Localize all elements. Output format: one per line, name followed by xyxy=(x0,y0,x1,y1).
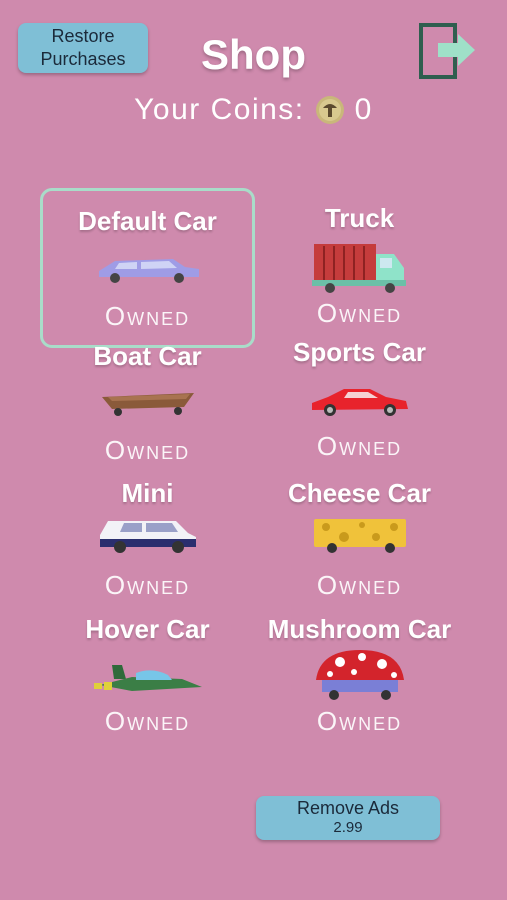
restore-purchases-button[interactable]: Restore Purchases xyxy=(18,23,148,73)
coins-value: 0 xyxy=(354,93,373,126)
mini-car-icon xyxy=(99,521,196,553)
owned-label: Owned xyxy=(316,431,403,461)
car-item-hover-car[interactable]: Hover Car Owned xyxy=(40,596,255,756)
hover-car-icon xyxy=(93,665,202,691)
car-name: Boat Car xyxy=(93,341,202,371)
default-car-icon xyxy=(98,259,199,283)
truck-icon xyxy=(311,244,406,293)
car-name: Truck xyxy=(324,203,395,233)
car-name: Cheese Car xyxy=(287,478,432,508)
restore-label-line1: Restore xyxy=(51,26,115,46)
boat-car-icon xyxy=(101,393,194,416)
mushroom-car-icon xyxy=(315,650,404,700)
coins-label: Your Coins: xyxy=(134,93,305,126)
owned-label: Owned xyxy=(316,706,403,736)
car-item-mushroom-car[interactable]: Mushroom Car Owned xyxy=(252,596,467,756)
exit-door-icon xyxy=(419,23,475,79)
page-title: Shop xyxy=(201,31,306,78)
remove-ads-price: 2.99 xyxy=(333,819,363,836)
coins-display: Your Coins: 0 xyxy=(0,90,507,130)
car-item-truck[interactable]: Truck Owned xyxy=(252,188,467,348)
remove-ads-button[interactable]: Remove Ads 2.99 xyxy=(256,796,440,840)
exit-button[interactable] xyxy=(418,22,476,80)
car-name: Mushroom Car xyxy=(267,614,452,644)
car-name: Hover Car xyxy=(85,614,210,644)
car-name: Sports Car xyxy=(293,337,426,367)
car-name: Default Car xyxy=(78,206,217,236)
cheese-car-icon xyxy=(313,519,406,553)
coin-icon xyxy=(315,96,344,124)
owned-label: Owned xyxy=(104,706,191,736)
car-item-default-car[interactable]: Default Car Owned xyxy=(40,188,255,348)
sports-car-icon xyxy=(311,389,408,416)
restore-label-line2: Purchases xyxy=(40,49,126,69)
car-name: Mini xyxy=(121,478,174,508)
remove-ads-label: Remove Ads xyxy=(296,798,400,818)
